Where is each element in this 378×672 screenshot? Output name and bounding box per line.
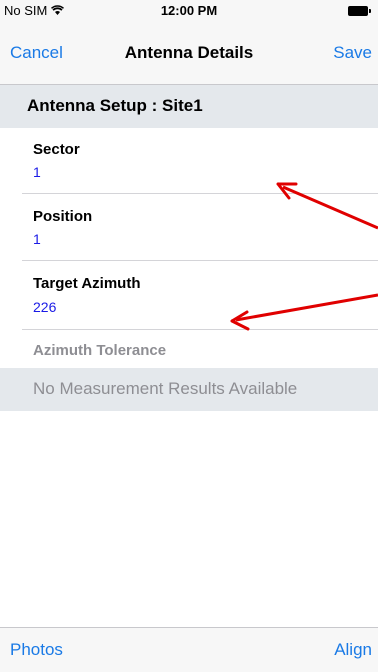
target-azimuth-label: Target Azimuth xyxy=(33,275,141,292)
position-label: Position xyxy=(33,208,93,225)
position-row[interactable]: Position 1 xyxy=(0,194,378,261)
position-value: 1 xyxy=(33,231,41,247)
section-title: Antenna Setup : Site1 xyxy=(27,96,203,115)
sector-value: 1 xyxy=(33,164,41,180)
clock: 12:00 PM xyxy=(160,3,218,18)
save-button[interactable]: Save xyxy=(333,43,372,63)
bottom-toolbar: Photos Align xyxy=(0,627,378,672)
page-title: Antenna Details xyxy=(124,43,254,62)
no-results-message: No Measurement Results Available xyxy=(33,379,298,398)
align-button[interactable]: Align xyxy=(334,640,372,660)
status-bar: No SIM 12:00 PM xyxy=(0,0,378,22)
navigation-bar: Cancel Antenna Details Save xyxy=(0,22,378,85)
battery-icon xyxy=(348,6,371,16)
results-banner: No Measurement Results Available xyxy=(0,368,378,411)
section-header: Antenna Setup : Site1 xyxy=(0,85,378,128)
photos-button[interactable]: Photos xyxy=(10,640,63,660)
target-azimuth-value: 226 xyxy=(33,299,57,315)
target-azimuth-row[interactable]: Target Azimuth 226 xyxy=(0,261,378,330)
azimuth-tolerance-label: Azimuth Tolerance xyxy=(33,342,167,359)
azimuth-tolerance-row: Azimuth Tolerance xyxy=(0,330,378,368)
sector-row[interactable]: Sector 1 xyxy=(0,128,378,194)
sector-label: Sector xyxy=(33,141,80,158)
